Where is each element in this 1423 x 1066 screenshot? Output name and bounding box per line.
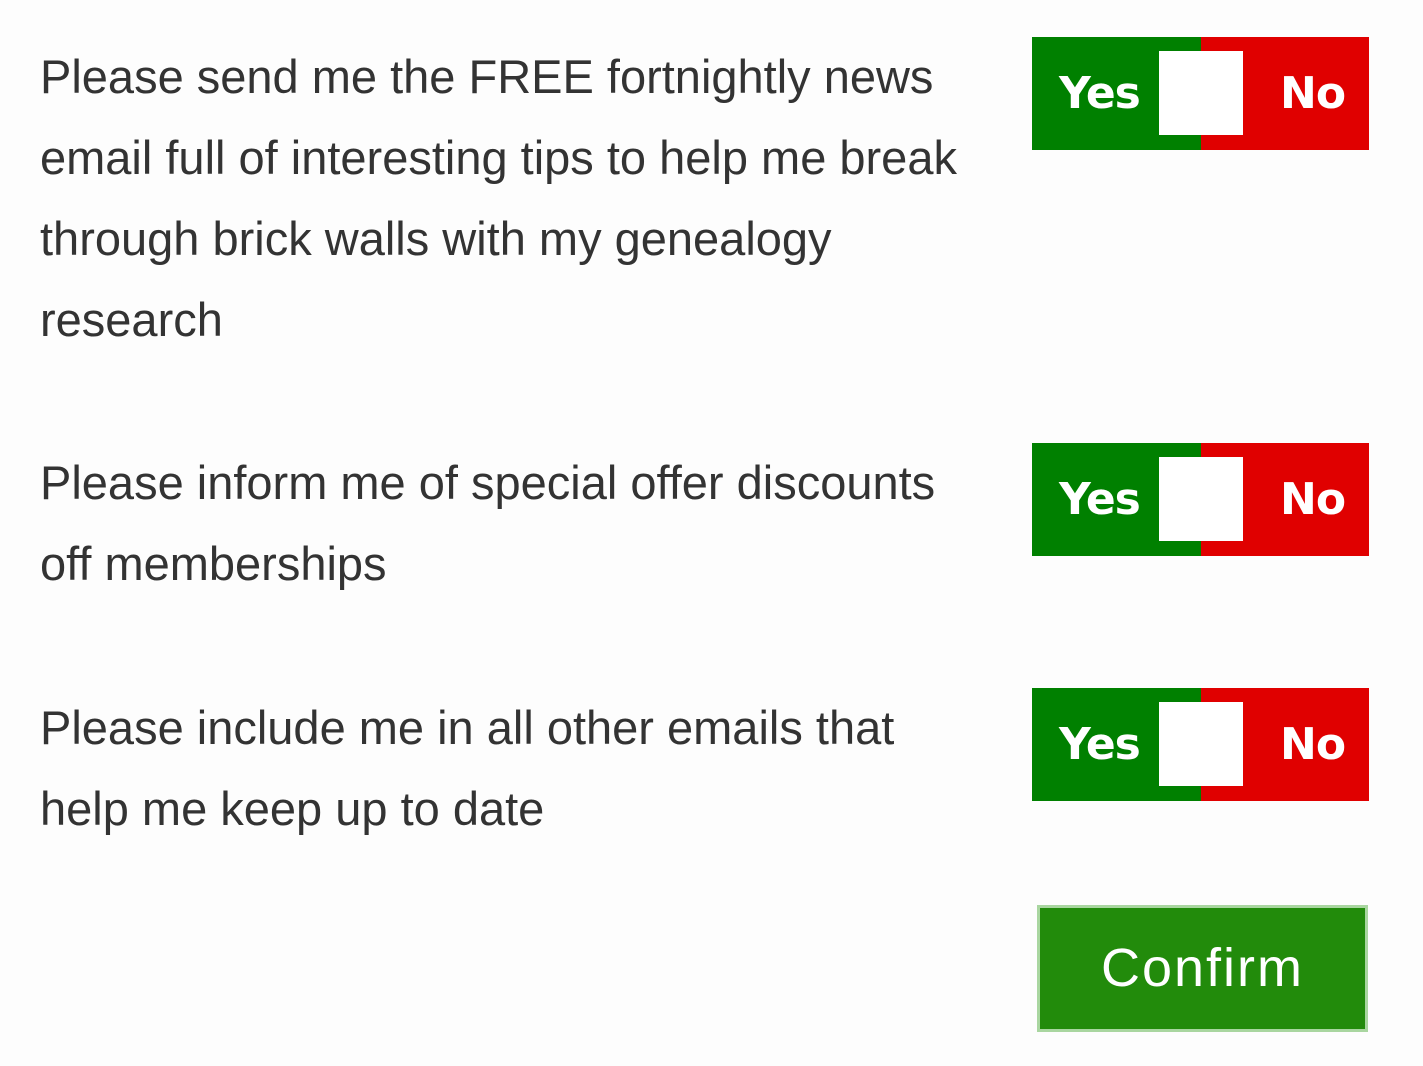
toggle-no-label: No xyxy=(1280,719,1346,770)
preference-text-newsletter: Please send me the FREE fortnightly news… xyxy=(40,50,957,346)
toggle-knob[interactable] xyxy=(1159,51,1243,135)
toggle-knob[interactable] xyxy=(1159,702,1243,786)
toggle-yes-label: Yes xyxy=(1059,68,1141,119)
toggle-no-label: No xyxy=(1280,68,1346,119)
other-emails-toggle[interactable]: Yes No xyxy=(1032,688,1369,801)
confirm-button[interactable]: Confirm xyxy=(1037,905,1368,1032)
preference-text-special-offers: Please inform me of special offer discou… xyxy=(40,456,936,590)
special-offers-toggle[interactable]: Yes No xyxy=(1032,443,1369,556)
toggle-no-label: No xyxy=(1280,474,1346,525)
newsletter-toggle[interactable]: Yes No xyxy=(1032,37,1369,150)
toggle-yes-label: Yes xyxy=(1059,719,1141,770)
toggle-yes-label: Yes xyxy=(1059,474,1141,525)
preference-text-other-emails: Please include me in all other emails th… xyxy=(40,701,895,835)
toggle-knob[interactable] xyxy=(1159,457,1243,541)
